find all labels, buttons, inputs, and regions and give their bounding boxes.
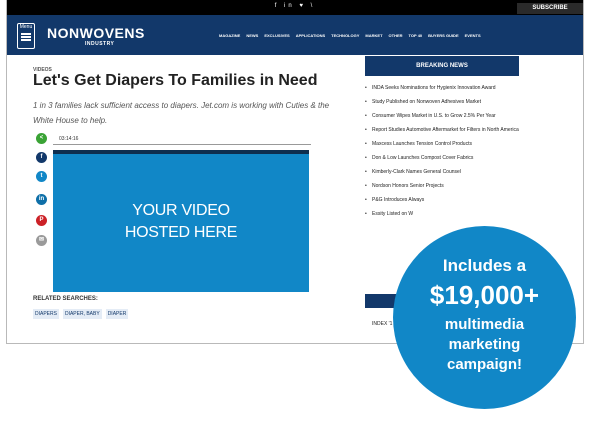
news-item[interactable]: Maxcess Launches Tension Control Product… <box>365 140 519 148</box>
nav-item-events[interactable]: EVENTS <box>465 33 481 38</box>
hamburger-icon <box>21 33 31 35</box>
news-item[interactable]: Essity Listed on W <box>365 210 519 218</box>
video-line-1: YOUR VIDEO <box>132 202 230 219</box>
badge-line-1: Includes a <box>442 256 527 275</box>
nav-item-market[interactable]: MARKET <box>365 33 382 38</box>
nav-item-exclusives[interactable]: EXCLUSIVES <box>264 33 289 38</box>
video-timeline[interactable]: 03:14:16 <box>53 134 311 145</box>
badge-line-3: multimedia <box>444 316 525 333</box>
linkedin-icon[interactable]: in <box>36 194 47 205</box>
news-item[interactable]: Kimberly-Clark Names General Counsel <box>365 168 519 176</box>
badge-line-4: marketing <box>448 336 521 353</box>
email-icon[interactable]: ✉ <box>36 235 47 246</box>
nav-item-magazine[interactable]: MAGAZINE <box>219 33 240 38</box>
related-searches-label: RELATED SEARCHES: <box>33 296 98 302</box>
nav-item-other[interactable]: OTHER <box>389 33 403 38</box>
menu-button[interactable]: Menu <box>17 23 35 49</box>
video-timecode: 03:14:16 <box>59 136 79 142</box>
tag-link[interactable]: DIAPER, BABY <box>62 309 102 319</box>
related-tags: DIAPERS DIAPER, BABY DIAPER <box>33 309 129 319</box>
nav-item-buyers-guide[interactable]: BUYERS GUIDE <box>428 33 458 38</box>
news-item[interactable]: Don & Low Launches Compost Cover Fabrics <box>365 154 519 162</box>
nav-menu: MAGAZINE NEWS EXCLUSIVES APPLICATIONS TE… <box>219 33 481 38</box>
tag-link[interactable]: DIAPERS <box>33 309 59 319</box>
top-bar: f in ♥ \ SUBSCRIBE <box>7 0 583 15</box>
nav-item-top40[interactable]: TOP 40 <box>409 33 423 38</box>
video-player[interactable]: YOUR VIDEO HOSTED HERE <box>53 150 309 292</box>
promo-badge: Includes a $19,000+ multimedia marketing… <box>393 226 576 409</box>
site-logo[interactable]: NONWOVENS <box>47 25 145 41</box>
breaking-news-heading: BREAKING NEWS <box>365 56 519 76</box>
social-links[interactable]: f in ♥ \ <box>7 3 583 9</box>
pinterest-icon[interactable]: P <box>36 215 47 226</box>
article-deck: 1 in 3 families lack sufficient access t… <box>33 101 330 125</box>
video-line-2: HOSTED HERE <box>124 224 238 241</box>
main-navbar: Menu NONWOVENS INDUSTRY MAGAZINE NEWS EX… <box>7 15 583 55</box>
subscribe-button[interactable]: SUBSCRIBE <box>517 3 583 14</box>
news-item[interactable]: INDEX '1 <box>365 321 392 327</box>
facebook-icon[interactable]: f <box>36 152 47 163</box>
share-icon[interactable]: < <box>36 133 47 144</box>
nav-item-news[interactable]: NEWS <box>246 33 258 38</box>
article-headline: Let's Get Diapers To Families in Need <box>33 72 318 89</box>
menu-label: Menu <box>19 24 33 30</box>
news-item[interactable]: Study Published on Nonwoven Adhesives Ma… <box>365 98 519 106</box>
tag-link[interactable]: DIAPER <box>105 309 129 319</box>
site-logo-subtitle: INDUSTRY <box>85 41 115 47</box>
news-item[interactable]: Nordson Honors Senior Projects <box>365 182 519 190</box>
news-item[interactable]: INDA Seeks Nominations for Hygienix Inno… <box>365 84 519 92</box>
badge-line-5: campaign! <box>446 356 522 373</box>
twitter-icon[interactable]: t <box>36 171 47 182</box>
nav-item-technology[interactable]: TECHNOLOGY <box>331 33 359 38</box>
news-item[interactable]: Report Studies Automotive Aftermarket fo… <box>365 126 519 134</box>
news-item[interactable]: Consumer Wipes Market in U.S. to Grow 2.… <box>365 112 519 120</box>
breaking-news-list: INDA Seeks Nominations for Hygienix Inno… <box>365 84 519 224</box>
video-placeholder-text: YOUR VIDEO HOSTED HERE <box>53 200 309 244</box>
nav-item-applications[interactable]: APPLICATIONS <box>296 33 325 38</box>
news-item[interactable]: P&G Introduces Always <box>365 196 519 204</box>
badge-price: $19,000+ <box>429 280 540 310</box>
